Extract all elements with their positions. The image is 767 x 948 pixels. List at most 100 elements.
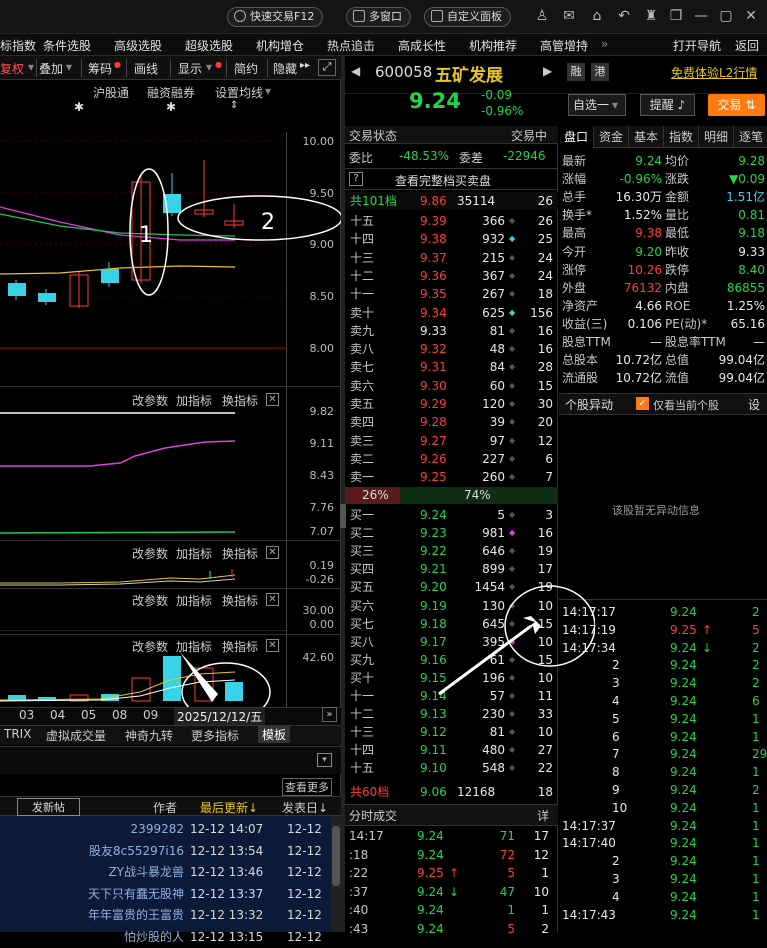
post-author[interactable]: 年年富贵的王富贵 — [60, 905, 184, 926]
forum-post-row[interactable]: 天下只有蠢无股神 12-12 13:37 12-12 — [0, 884, 331, 905]
post-author[interactable]: 怕炒股的人 — [60, 927, 184, 948]
menu-item[interactable]: 高级选股 — [114, 37, 162, 54]
add-indicator-button[interactable]: 加指标 — [176, 545, 212, 562]
mail-icon[interactable]: ✉ — [561, 8, 577, 24]
menu-item[interactable]: 超级选股 — [185, 37, 233, 54]
remind-button[interactable]: 提醒 ♪ — [640, 94, 695, 116]
menu-item[interactable]: 高管增持 — [540, 37, 588, 54]
col-posted[interactable]: 发表日↓ — [282, 799, 328, 816]
orderbook-row[interactable]: 卖一 9.25 260 7 ◆ — [345, 468, 558, 486]
next-stock-icon[interactable]: ▶ — [543, 64, 552, 78]
tab-magic-nine[interactable]: 神奇九转 — [125, 727, 173, 744]
tab-virtual-volume[interactable]: 虚拟成交量 — [46, 727, 106, 744]
l2-trial-link[interactable]: 免费体验L2行情 — [671, 64, 757, 81]
menu-item-nav[interactable]: 打开导航 — [673, 37, 721, 54]
menu-item[interactable]: 机构增仓 — [256, 37, 304, 54]
quote-tab[interactable]: 资金 — [594, 126, 629, 148]
close-icon[interactable]: ✕ — [743, 8, 759, 24]
orderbook-row[interactable]: 十四 9.11 480 27 ◆ — [345, 741, 558, 759]
watchlist-button[interactable]: 自选一 ▾ — [568, 94, 626, 116]
orderbook-row[interactable]: 卖九 9.33 81 16 ◆ — [345, 322, 558, 340]
quote-tab[interactable]: 逐笔 — [734, 126, 767, 148]
bid-summary-row[interactable]: 共60档 9.06 12168 18 — [345, 783, 558, 801]
orderbook-row[interactable]: 十五 9.10 548 22 ◆ — [345, 759, 558, 777]
full-book-link[interactable]: 查看完整档买卖盘 — [395, 172, 491, 189]
close-icon[interactable]: ✕ — [266, 393, 279, 406]
toolbar-display[interactable]: 显示 — [178, 60, 202, 77]
edit-params-button[interactable]: 改参数 — [132, 392, 168, 409]
orderbook-row[interactable]: 十三 9.12 81 10 ◆ — [345, 723, 558, 741]
col-updated[interactable]: 最后更新↓ — [200, 799, 258, 816]
orderbook-row[interactable]: 买三 9.22 646 19 ◆ — [345, 542, 558, 560]
ticks-detail-button[interactable]: 详 — [537, 807, 549, 824]
tab-template[interactable]: 模板 — [258, 726, 291, 743]
orderbook-row[interactable]: 卖七 9.31 84 28 ◆ — [345, 358, 558, 376]
orderbook-row[interactable]: 买一 9.24 5 3 ◆ — [345, 506, 558, 524]
close-icon[interactable]: ✕ — [266, 593, 279, 606]
help-icon[interactable]: ? — [349, 172, 363, 186]
sub-tab-hgt[interactable]: 沪股通 — [93, 84, 129, 101]
orderbook-row[interactable]: 买二 9.23 981 16 ◆ — [345, 524, 558, 542]
menu-item[interactable]: 热点追击 — [327, 37, 375, 54]
orderbook-row[interactable]: 卖三 9.27 97 12 ◆ — [345, 432, 558, 450]
checkbox-checked-icon[interactable]: ✓ — [636, 397, 649, 410]
post-author[interactable]: 天下只有蠢无股神 — [60, 884, 184, 905]
post-author[interactable]: ZY战斗暴龙兽 — [60, 862, 184, 883]
user-icon[interactable]: ♙ — [534, 8, 550, 24]
quick-trade-button[interactable]: 快速交易F12 — [227, 7, 324, 27]
toolbar-fuquan[interactable]: 复权 — [0, 60, 24, 77]
window-icon[interactable]: ❐ — [668, 8, 684, 24]
post-author[interactable]: 2399282 — [60, 819, 184, 840]
forum-post-row[interactable]: 年年富贵的王富贵 12-12 13:32 12-12 — [0, 905, 331, 926]
switch-indicator-button[interactable]: 换指标 — [222, 392, 258, 409]
menu-item[interactable]: 标指数 — [0, 37, 36, 54]
orderbook-row[interactable]: 卖十 9.34 625 156 ◆ — [345, 304, 558, 322]
orderbook-row[interactable]: 十一 9.35 267 18 ◆ — [345, 285, 558, 303]
ask-summary-row[interactable]: 共101档 9.86 35114 26 — [345, 192, 558, 210]
menu-item[interactable]: 条件选股 — [43, 37, 91, 54]
download-icon[interactable]: ▾ — [317, 753, 332, 767]
forum-post-row[interactable]: 怕炒股的人 12-12 13:15 12-12 — [0, 927, 331, 948]
multi-window-button[interactable]: 多窗口 — [346, 7, 411, 27]
sub-tab-ma-settings[interactable]: 设置均线 — [215, 84, 263, 101]
menu-item-back[interactable]: 返回 — [735, 37, 759, 54]
forum-post-row[interactable]: ZY战斗暴龙兽 12-12 13:46 12-12 — [0, 862, 331, 883]
forum-post-row[interactable]: 股友8c55297i16 12-12 13:54 12-12 — [0, 841, 331, 862]
orderbook-row[interactable]: 卖五 9.29 120 30 ◆ — [345, 395, 558, 413]
switch-indicator-button[interactable]: 换指标 — [222, 592, 258, 609]
toolbar-simple[interactable]: 简约 — [234, 60, 258, 77]
quote-tab[interactable]: 基本 — [629, 126, 664, 148]
edit-params-button[interactable]: 改参数 — [132, 545, 168, 562]
toolbar-hide[interactable]: 隐藏 — [273, 60, 297, 77]
home-icon[interactable]: ⌂ — [589, 8, 605, 24]
new-post-button[interactable]: 发新帖 — [17, 798, 80, 816]
orderbook-row[interactable]: 卖八 9.32 48 16 ◆ — [345, 340, 558, 358]
tab-trix[interactable]: TRIX — [4, 727, 31, 741]
edit-params-button[interactable]: 改参数 — [132, 592, 168, 609]
quote-tab[interactable]: 盘口 — [559, 126, 594, 148]
toolbar-draw[interactable]: 画线 — [134, 60, 158, 77]
toolbar-chips[interactable]: 筹码 — [88, 60, 112, 77]
tab-more-indicators[interactable]: 更多指标 — [191, 727, 239, 744]
add-indicator-button[interactable]: 加指标 — [176, 592, 212, 609]
post-author[interactable]: 股友8c55297i16 — [60, 841, 184, 862]
trade-button[interactable]: 交易 ⇅ — [708, 94, 765, 116]
orderbook-row[interactable]: 卖二 9.26 227 6 ◆ — [345, 450, 558, 468]
close-icon[interactable]: ✕ — [266, 639, 279, 652]
expand-icon[interactable]: ⤢ — [318, 59, 336, 76]
close-icon[interactable]: ✕ — [266, 546, 279, 559]
shirt-icon[interactable]: ♜ — [643, 8, 659, 24]
splitter-handle[interactable] — [340, 504, 346, 528]
orderbook-row[interactable]: 十二 9.36 367 24 ◆ — [345, 267, 558, 285]
orderbook-row[interactable]: 卖四 9.28 39 20 ◆ — [345, 413, 558, 431]
switch-indicator-button[interactable]: 换指标 — [222, 545, 258, 562]
quote-tab[interactable]: 指数 — [664, 126, 699, 148]
col-author[interactable]: 作者 — [153, 799, 177, 816]
sub-tab-margin[interactable]: 融资融券 — [147, 84, 195, 101]
restore-icon[interactable]: ▢ — [718, 8, 734, 24]
forward-icon[interactable]: » — [322, 707, 337, 722]
menu-item[interactable]: 机构推荐 — [469, 37, 517, 54]
back-icon[interactable]: ↶ — [616, 8, 632, 24]
anomaly-settings-button[interactable]: 设 — [748, 396, 760, 413]
scrollbar-thumb[interactable] — [332, 826, 340, 886]
